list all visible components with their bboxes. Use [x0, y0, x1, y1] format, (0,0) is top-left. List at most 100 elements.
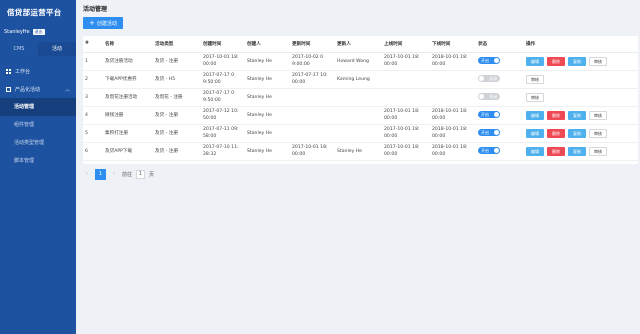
cell-offline: [430, 70, 476, 89]
delete-button[interactable]: 删除: [547, 110, 565, 120]
status-toggle[interactable]: 关闭: [478, 92, 500, 100]
created-line: 2017-07-10 11:: [203, 145, 239, 150]
review-button[interactable]: 审核: [589, 146, 607, 156]
copy-button[interactable]: 复制: [568, 146, 586, 156]
copy-button[interactable]: 复制: [568, 110, 586, 120]
updated-line: 2017-10-01 18:: [292, 145, 328, 150]
cell-updater: [335, 124, 382, 143]
user-row: StanleyHe 退出: [0, 26, 76, 38]
col-name: 名称: [103, 36, 153, 53]
status-toggle[interactable]: 开启: [478, 57, 500, 64]
review-button[interactable]: 审核: [526, 92, 544, 102]
create-activity-label: 创建活动: [96, 20, 117, 27]
sidebar-item-script-manage[interactable]: 脚本管理: [0, 152, 76, 170]
status-toggle[interactable]: 关闭: [478, 74, 500, 82]
review-button[interactable]: 审核: [589, 56, 607, 66]
delete-button[interactable]: 删除: [547, 56, 565, 66]
status-toggle[interactable]: 开启: [478, 147, 500, 154]
goto-page-input[interactable]: 1: [136, 169, 146, 179]
created-line: 50:00: [203, 116, 217, 121]
cell-name: 微钱注册: [103, 106, 153, 125]
cell-offline: 2018-10-01 18: 00:00: [430, 142, 476, 161]
status-toggle[interactable]: 开启: [478, 111, 500, 118]
cell-status: 开启: [476, 142, 524, 161]
table-row: 4 微钱注册 及贷 - 注册 2017-07-12 10: 50:00 Stanl…: [83, 106, 638, 125]
sidebar-item-activity-type-manage[interactable]: 活动类型管理: [0, 134, 76, 152]
review-button[interactable]: 审核: [589, 110, 607, 120]
plus-icon: +: [89, 18, 95, 27]
updated-line: 9:00:00: [292, 62, 310, 67]
create-activity-button[interactable]: + 创建活动: [83, 17, 123, 29]
review-button[interactable]: 审核: [589, 128, 607, 138]
status-toggle-label: 开启: [481, 112, 489, 117]
status-toggle-label: 开启: [481, 58, 489, 63]
cell-status: 关闭: [476, 88, 524, 107]
edit-button[interactable]: 编辑: [526, 110, 544, 120]
sidebar-item-activity-manage[interactable]: 活动管理: [0, 98, 76, 116]
table-row: 5 集积打注册 及贷 - 注册 2017-07-11 09: 58:00 Stan…: [83, 124, 638, 143]
tab-cms[interactable]: CMS: [0, 42, 38, 56]
edit-button[interactable]: 编辑: [526, 128, 544, 138]
logout-badge[interactable]: 退出: [32, 29, 45, 35]
cell-type: 及借花 - 注册: [153, 88, 201, 107]
status-toggle[interactable]: 开启: [478, 129, 500, 136]
col-actions: 操作: [524, 36, 638, 53]
offline-line: 2018-10-01 18:: [432, 145, 468, 150]
status-toggle-label: 开启: [481, 148, 489, 153]
online-line: 2017-10-01 18:: [384, 145, 420, 150]
sidebar: 借贷部运营平台 StanleyHe 退出 CMS 活动 工作台 产品化活动 ︿ …: [0, 0, 76, 334]
tab-activity[interactable]: 活动: [38, 42, 76, 56]
copy-button[interactable]: 复制: [568, 128, 586, 138]
created-line: 2017-07-12 10:: [203, 109, 239, 114]
online-line: 2017-10-01 18:: [384, 109, 420, 114]
edit-button[interactable]: 编辑: [526, 146, 544, 156]
copy-button[interactable]: 复制: [568, 56, 586, 66]
sidebar-item-product[interactable]: 产品化活动 ︿: [0, 80, 76, 98]
cell-updated: 2017-07-17 10: 00:00: [290, 70, 335, 89]
cell-offline: [430, 88, 476, 107]
created-line: 9:50:00: [203, 98, 221, 103]
sidebar-item-component-manage[interactable]: 组件管理: [0, 116, 76, 134]
review-button[interactable]: 审核: [526, 74, 544, 84]
online-line: 00:00: [384, 116, 398, 121]
delete-button[interactable]: 删除: [547, 128, 565, 138]
status-toggle-label: 开启: [481, 130, 489, 135]
cell-index: 5: [83, 124, 103, 143]
cell-offline: 2018-10-01 18: 00:00: [430, 106, 476, 125]
chevron-left-icon[interactable]: ‹: [83, 171, 91, 177]
offline-line: 00:00: [432, 152, 446, 157]
cell-name: 下载APP优惠券: [103, 70, 153, 89]
offline-line: 2018-10-01 18:: [432, 127, 468, 132]
online-line: 00:00: [384, 134, 398, 139]
updated-line: 00:00: [292, 80, 306, 85]
activity-table: # 名称 活动类型 创建时间 创建人 更新时间 更新人 上线时间 下线时间 状态…: [83, 36, 638, 164]
cell-actions: 编辑 删除 复制 审核: [524, 124, 638, 143]
cell-index: 1: [83, 52, 103, 71]
offline-line: 00:00: [432, 134, 446, 139]
chevron-right-icon[interactable]: ›: [110, 171, 118, 177]
cell-created: 2017-07-12 10: 50:00: [201, 106, 245, 125]
col-index: #: [83, 36, 103, 53]
col-updated: 更新时间: [290, 36, 335, 53]
cell-status: 关闭: [476, 70, 524, 89]
cell-created: 2017-07-17 0 9:50:00: [201, 70, 245, 89]
sidebar-item-workspace[interactable]: 工作台: [0, 62, 76, 80]
delete-button[interactable]: 删除: [547, 146, 565, 156]
cell-updated: 2017-10-02 0 9:00:00: [290, 52, 335, 71]
table-row: 3 及借花注册活动 及借花 - 注册 2017-07-17 0 9:50:00 S…: [83, 88, 638, 107]
table-body: 1 及贷注册活动 及贷 - 注册 2017-10-01 18: 00:00 Sta…: [83, 52, 638, 161]
page-number-current[interactable]: 1: [95, 168, 106, 180]
created-line: 2017-10-01 18:: [203, 55, 239, 60]
edit-button[interactable]: 编辑: [526, 56, 544, 66]
row-actions: 审核: [526, 74, 636, 84]
toggle-knob: [479, 75, 484, 81]
cell-creator: Stanley He: [245, 52, 290, 71]
cell-online: [382, 88, 430, 107]
cell-offline: 2018-10-01 18: 00:00: [430, 52, 476, 71]
toggle-knob: [494, 58, 499, 63]
col-status: 状态: [476, 36, 524, 53]
cell-updated: 2017-10-01 18: 00:00: [290, 142, 335, 161]
toggle-knob: [479, 93, 484, 99]
cell-status: 开启: [476, 124, 524, 143]
cell-type: 及贷 - 注册: [153, 124, 201, 143]
